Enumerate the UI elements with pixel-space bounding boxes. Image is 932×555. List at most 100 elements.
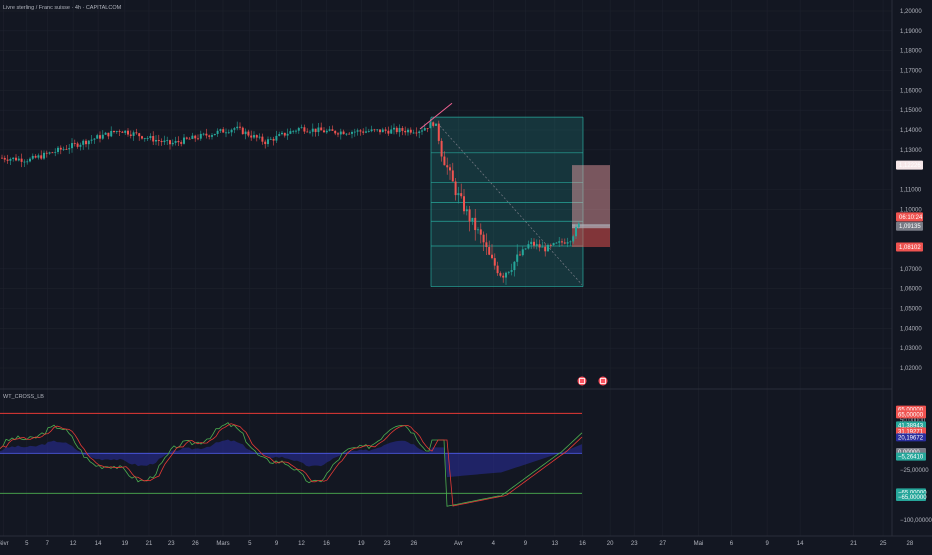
candle-body (135, 132, 138, 134)
candle-body (166, 140, 169, 141)
candle-body (261, 136, 264, 142)
indicator-title[interactable]: WT_CROSS_LB (3, 394, 44, 400)
candle-body (561, 241, 563, 243)
candle-body (474, 217, 477, 231)
candle-body (538, 244, 541, 248)
candle-body (269, 138, 272, 140)
candle-body (37, 155, 40, 158)
candle-body (118, 131, 121, 132)
candle-body (569, 241, 572, 243)
candle-body (379, 129, 381, 133)
candle-body (401, 128, 404, 131)
candle-body (82, 140, 85, 145)
candle-body (544, 246, 547, 252)
candle-body (555, 242, 558, 244)
candle-body (141, 136, 143, 139)
calendar-event-icon-1[interactable] (577, 376, 587, 386)
osc-tag-label: −65,00000 (898, 495, 927, 501)
candle-body (325, 130, 328, 133)
candle-body (443, 156, 446, 166)
symbol-title[interactable]: Livre sterling / Franc suisse · 4h · CAP… (3, 5, 122, 11)
candle-body (152, 136, 155, 142)
osc-tag-label: 65,00000 (898, 412, 924, 418)
candle-body (79, 144, 82, 147)
time-axis-label: 26 (192, 541, 199, 547)
candle-body (370, 129, 373, 132)
candle-body (278, 134, 281, 136)
candle-body (412, 132, 415, 134)
candle-body (306, 131, 309, 133)
candle-body (393, 127, 395, 130)
candle-body (320, 127, 323, 131)
candle-body (533, 241, 535, 246)
candle-body (488, 247, 491, 255)
candle-body (29, 158, 31, 162)
price-axis-label: 1,03000 (900, 346, 922, 352)
candle-body (59, 147, 62, 150)
candle-body (197, 138, 199, 140)
candle-body (387, 130, 390, 134)
candle-body (323, 130, 325, 133)
candle-body (115, 131, 118, 133)
candle-body (292, 130, 295, 132)
candle-body (160, 141, 163, 143)
candle-body (423, 128, 426, 131)
candle-body (496, 265, 499, 274)
osc-tag-label: −5,26410 (898, 455, 924, 461)
osc-axis-label: −25,00000 (900, 468, 929, 474)
candle-body (482, 234, 485, 243)
candle-body (264, 141, 267, 145)
osc-tag-label: 20,19672 (898, 435, 924, 441)
candle-body (244, 131, 247, 135)
time-axis-label: 25 (880, 541, 887, 547)
candle-body (572, 236, 575, 242)
candle-body (449, 167, 451, 171)
candle-body (124, 130, 127, 133)
candle-body (68, 148, 71, 150)
candle-body (535, 244, 538, 246)
time-axis-label: 27 (659, 541, 666, 547)
candle-body (465, 209, 468, 212)
candle-body (48, 152, 51, 154)
candle-body (129, 134, 132, 136)
candle-body (233, 128, 236, 130)
candle-body (577, 223, 580, 228)
osc-axis-label: −100,00000 (900, 518, 932, 524)
candle-body (174, 141, 177, 143)
candle-body (104, 132, 107, 135)
chart-canvas[interactable]: Livre sterling / Franc suisse · 4h · CAP… (0, 0, 932, 550)
candle-body (435, 123, 437, 126)
candle-body (552, 243, 555, 245)
time-axis-label: Avr (454, 541, 463, 547)
candle-body (15, 157, 17, 161)
candle-body (440, 140, 443, 157)
position-zones[interactable] (430, 116, 610, 288)
candle-body (17, 158, 20, 161)
candle-body (549, 244, 552, 246)
time-axis-label: 28 (906, 541, 913, 547)
candle-body (163, 140, 166, 143)
candle-body (62, 148, 65, 150)
candle-body (384, 129, 387, 131)
candle-body (395, 127, 398, 133)
candle-body (250, 135, 253, 138)
candle-body (205, 133, 208, 136)
candle-body (563, 242, 566, 244)
candle-body (26, 161, 29, 163)
candle-body (437, 123, 440, 141)
price-axis-label: 1,04000 (900, 326, 922, 332)
candle-body (222, 129, 225, 133)
candle-body (468, 209, 471, 222)
candle-body (199, 133, 202, 139)
candle-body (57, 147, 59, 152)
candle-body (530, 241, 533, 245)
candle-body (99, 135, 101, 139)
candle-body (149, 136, 152, 139)
candle-body (342, 131, 345, 135)
candle-body (390, 129, 393, 134)
price-axis-label: 1,06000 (900, 287, 922, 293)
calendar-event-icon-2[interactable] (598, 376, 608, 386)
candle-body (272, 138, 275, 141)
time-axis-label: 16 (323, 541, 330, 547)
time-axis-label: 21 (850, 541, 857, 547)
